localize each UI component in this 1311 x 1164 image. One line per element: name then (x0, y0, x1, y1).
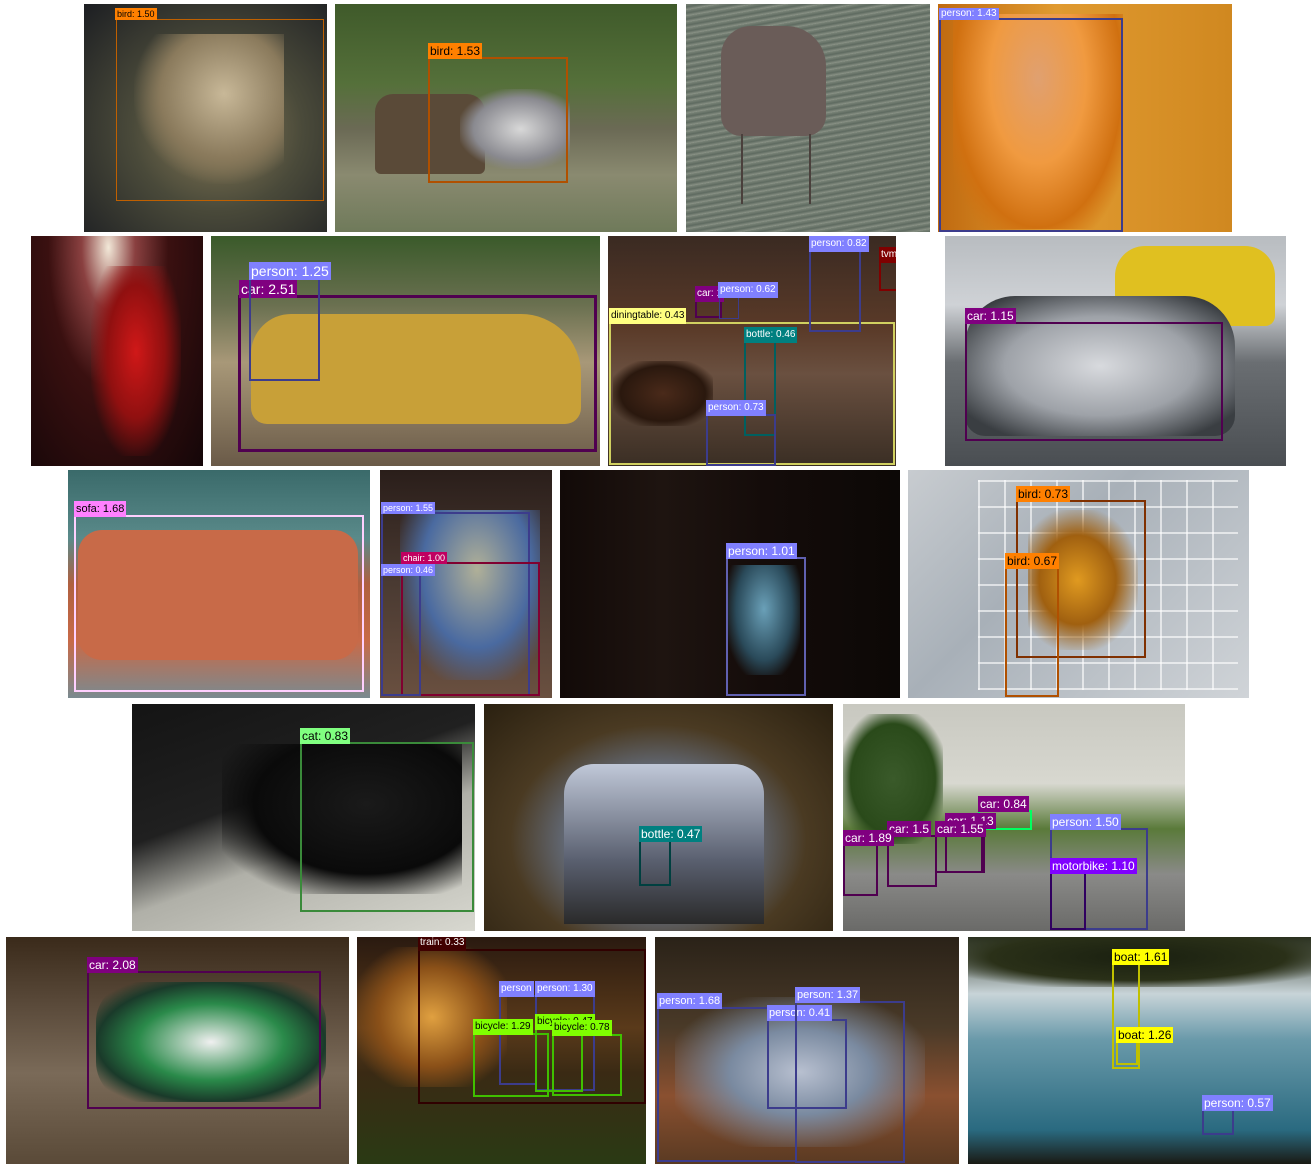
detection-box-bicycle: bicycle: 0.78 (552, 1020, 622, 1096)
detection-label-bicycle: bicycle: 0.78 (552, 1020, 612, 1036)
photo-night-square: train: 0.33 person person: 1.30 bicycle:… (357, 937, 646, 1164)
detection-box-motorbike: motorbike: 1.10 (1050, 858, 1137, 930)
detection-box-car: car: 2.08 (87, 957, 321, 1109)
photo-black-cat: cat: 0.83 (132, 704, 475, 931)
detection-label-person: person: 1.68 (657, 993, 723, 1009)
detection-label-motorbike: motorbike: 1.10 (1050, 858, 1137, 874)
detection-box-person: person: 1.43 (939, 8, 1123, 232)
photo-orange-sofa: sofa: 1.68 (68, 470, 370, 698)
detection-box-tvmonitor: tvmonitor: 1 (879, 247, 896, 291)
detection-box-car: car: 1.5 (887, 821, 937, 887)
photo-crowned-crane: bird: 1.53 (335, 4, 677, 232)
detection-box-person: person: 1.25 (249, 262, 331, 381)
detection-box-person: person: 1.01 (726, 543, 806, 696)
chair-legs (741, 134, 811, 204)
detection-box-car: car: 1.89 (843, 830, 894, 896)
detection-label-bird: bird: 0.67 (1005, 553, 1060, 569)
detection-label-bird: bird: 0.73 (1016, 486, 1071, 502)
detection-label-boat: boat: 1.26 (1116, 1027, 1174, 1043)
detection-box-boat: boat: 1.26 (1116, 1027, 1174, 1065)
detection-label-car: car: 0.84 (978, 796, 1029, 812)
detection-label-person: person: 1.43 (939, 8, 999, 20)
detection-box-sofa: sofa: 1.68 (74, 501, 364, 692)
detection-label-person: person: 1.50 (1050, 814, 1121, 830)
photo-street-cars: car: 0.84 car: 1.13 car: 1.5 car: 1.55 c… (843, 704, 1185, 931)
photo-rally-car: car: 2.08 (6, 937, 349, 1164)
photo-chair-field (686, 4, 930, 232)
photo-bird-flying: bird: 1.50 (84, 4, 327, 232)
performer-figure (91, 266, 181, 456)
detection-label-car: car: 2.08 (87, 957, 138, 973)
chair-shape (721, 26, 826, 136)
detection-box-person: person: 0.73 (706, 400, 776, 466)
detection-label-person: person (499, 981, 534, 997)
detection-box-person: person: 0.62 (718, 282, 778, 319)
detection-label-person: person: 1.25 (249, 262, 331, 280)
detection-label-person: person: 0.82 (809, 236, 869, 252)
detection-label-chair: chair: 1.00 (401, 552, 448, 564)
detection-label-person: person: 1.01 (726, 543, 797, 559)
detection-box-person: person: 0.46 (381, 564, 436, 696)
detection-label-sofa: sofa: 1.68 (74, 501, 127, 517)
detection-label-person: person: 0.62 (718, 282, 778, 298)
detection-label-car: car: 1.15 (965, 308, 1016, 324)
detection-label-train: train: 0.33 (418, 937, 467, 951)
photo-man-chair: person: 1.55 chair: 1.00 person: 0.46 (380, 470, 552, 698)
detection-label-bicycle: bicycle: 1.29 (473, 1019, 533, 1035)
detection-label-car: car: 1.89 (843, 830, 894, 846)
photo-performer-stage (31, 236, 203, 466)
detection-label-bird: bird: 1.53 (428, 43, 483, 59)
photo-bird-fence: bird: 0.73 bird: 0.67 (908, 470, 1249, 698)
detection-label-person: person: 0.46 (381, 564, 436, 576)
detection-box-chair: chair: 1.00 (401, 552, 540, 696)
detection-box-car: car: 1 (695, 286, 725, 318)
photo-yellow-car: car: 2.51 person: 1.25 (211, 236, 600, 466)
detection-box-bird: bird: 1.50 (115, 8, 324, 201)
photo-car-hood-ornament: bottle: 0.47 (484, 704, 833, 931)
detection-label-bottle: bottle: 0.47 (639, 826, 703, 842)
detection-box-person: person: 0.57 (1202, 1095, 1273, 1135)
photo-sea-boats: boat: 1.61 boat: 1.26 person: 0.57 (968, 937, 1311, 1164)
detection-label-bird: bird: 1.50 (115, 8, 157, 20)
detection-label-diningtable: diningtable: 0.43 (609, 308, 687, 324)
detection-box-bird: bird: 1.53 (428, 43, 568, 183)
detection-label-car: car: 1.55 (935, 821, 986, 837)
detection-label-cat: cat: 0.83 (300, 728, 351, 744)
detection-box-person: person: 0.82 (809, 236, 869, 332)
detection-label-tvmonitor: tvmonitor: 1 (879, 247, 896, 263)
photo-dark-room-laptop: person: 1.01 (560, 470, 900, 698)
detection-box-cat: cat: 0.83 (300, 728, 474, 912)
detection-label-person: person: 0.73 (706, 400, 766, 416)
detection-box-bottle: bottle: 0.47 (639, 826, 703, 886)
detection-label-person: person: 1.55 (381, 502, 436, 514)
detection-label-person: person: 1.37 (795, 987, 861, 1003)
photo-seated-group: person: 1.68 person: 0.41 person: 1.37 (655, 937, 959, 1164)
photo-race-car: car: 1.15 (945, 236, 1286, 466)
detection-label-person: person: 1.30 (535, 981, 595, 997)
photo-girl-orange: person: 1.43 (938, 4, 1232, 232)
detection-box-bird: bird: 0.67 (1005, 553, 1060, 697)
photo-desk-room: diningtable: 0.43 person: 0.82 tvmonitor… (608, 236, 896, 466)
detection-box-car: car: 1.15 (965, 308, 1223, 441)
detection-label-boat: boat: 1.61 (1112, 949, 1170, 965)
detection-box-car: car: 1.55 (935, 821, 986, 873)
detection-label-bottle: bottle: 0.46 (744, 327, 798, 343)
detection-label-person: person: 0.57 (1202, 1095, 1273, 1111)
detection-box-person: person: 1.37 (795, 987, 905, 1163)
